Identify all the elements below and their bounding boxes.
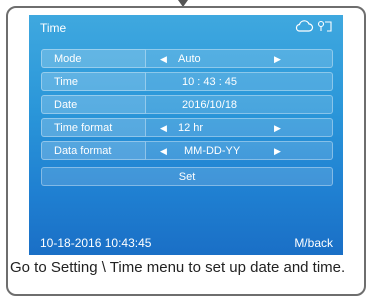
device-screen: Time Mode ◀ Auto ▶ Time 10 : 43 : 45 Dat… [29,15,343,255]
time-format-value: 12 hr [178,122,204,134]
time-field[interactable]: 10 : 43 : 45 [146,72,333,91]
caption-text: Go to Setting \ Time menu to set up date… [10,259,346,276]
time-format-selector[interactable]: ◀ 12 hr ▶ [146,118,333,137]
set-button[interactable]: Set [41,167,333,186]
data-format-selector[interactable]: ◀ MM-DD-YY ▶ [146,141,333,160]
wifi-icon [317,20,332,32]
arrow-right-icon[interactable]: ▶ [274,142,281,161]
back-button[interactable]: M/back [294,236,333,250]
row-label: Date [41,95,146,114]
mode-selector[interactable]: ◀ Auto ▶ [146,49,333,68]
row-data-format[interactable]: Data format ◀ MM-DD-YY ▶ [41,141,333,160]
row-time-format[interactable]: Time format ◀ 12 hr ▶ [41,118,333,137]
date-field[interactable]: 2016/10/18 [146,95,333,114]
time-value: 10 : 43 : 45 [182,76,238,88]
row-label: Mode [41,49,146,68]
row-label: Time [41,72,146,91]
date-value: 2016/10/18 [182,99,238,111]
arrow-left-icon[interactable]: ◀ [160,142,167,161]
row-date[interactable]: Date 2016/10/18 [41,95,333,114]
cloud-icon [295,20,314,32]
mode-value: Auto [178,53,201,65]
arrow-right-icon[interactable]: ▶ [274,50,281,69]
row-label: Time format [41,118,146,137]
arrow-right-icon[interactable]: ▶ [274,119,281,138]
arrow-left-icon[interactable]: ◀ [160,119,167,138]
status-datetime: 10-18-2016 10:43:45 [40,236,152,250]
row-mode[interactable]: Mode ◀ Auto ▶ [41,49,333,68]
row-time[interactable]: Time 10 : 43 : 45 [41,72,333,91]
screen-title: Time [40,21,67,35]
arrow-left-icon[interactable]: ◀ [160,50,167,69]
row-label: Data format [41,141,146,160]
data-format-value: MM-DD-YY [184,145,241,157]
